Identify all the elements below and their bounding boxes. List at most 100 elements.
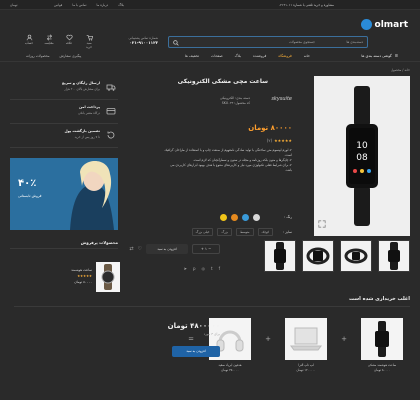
size-option[interactable]: خیلی بزرگ [191,228,214,236]
color-label: رنگ : [284,215,292,219]
heart-icon[interactable]: ♡ [138,246,142,252]
breadcrumb: خانه / محصول [390,68,410,72]
top-link[interactable]: درباره ما [97,3,109,7]
banner-subtitle: فروش تابستانی [18,194,42,198]
bundle-item-price: ۱۲۰۰۰۰۰ تومان [296,368,316,372]
divider [14,306,410,307]
size-option[interactable]: بزرگ [217,228,233,236]
size-option[interactable]: متوسط [236,228,254,236]
search-icon[interactable] [173,39,179,46]
cart-icon[interactable]: سبد خرید [84,34,94,49]
header: olmart دسته‌بندی ها جستجوی محصولات شماره… [0,12,420,49]
bundle-item[interactable]: ساعت هوشمند مشکی ۸۰۰۰۰ تومان [354,318,410,372]
top-link[interactable]: بلاگ [118,3,124,7]
rating-count: (۲) [266,138,273,143]
user-icon[interactable]: حساب [24,34,34,46]
search-bar[interactable]: دسته‌بندی ها جستجوی محصولات [168,36,368,48]
bundle-title: اغلب خریداری شده است [348,296,410,302]
search-category[interactable]: دسته‌بندی ها [347,40,363,44]
top-link[interactable]: قوانین [54,3,62,7]
quantity-stepper[interactable]: − ۱ + [192,244,220,254]
rating-stars: ★★★★★ [274,138,292,143]
thumbnail[interactable] [378,240,410,272]
promo-text: مشاوره و خرید تلفنی با شماره ۰۲۱۹۱۰۱۱ [278,3,334,7]
product-thumbnails [264,240,410,272]
bundle-total: ۴۸۰۰۰۰۰ تومان برای ۳ مورد افزودن به سبد [150,322,220,357]
feature-desc: تا ۷ روز پس از خرید [74,135,100,139]
product-price: ۸۰۰۰۰ تومان [74,280,92,284]
categories-label: گوشی دسته بندی ها [361,53,392,58]
logo[interactable]: olmart [360,19,408,33]
feature-desc: برای سفارش بالای ۲۰۰ هزار [64,87,100,91]
svg-text:08: 08 [356,153,368,163]
pinterest-icon[interactable]: p [193,266,196,271]
size-options: سایز : کوچک متوسط بزرگ خیلی بزرگ [191,228,292,236]
feature-item: پرداخت امن درگاه معتبر بانکی [10,100,118,124]
nav-item-home[interactable]: خانه [304,54,310,58]
color-swatch[interactable] [231,214,238,221]
twitter-icon[interactable]: t [211,266,213,271]
promo-banner[interactable]: ۴۰٪ فروش تابستانی [10,158,118,230]
bundle-item[interactable]: لپ تاپ الترا ۱۲۰۰۰۰۰ تومان [278,318,334,372]
nav-item-blog[interactable]: بلاگ [235,54,241,58]
plus-icon: + [265,335,271,343]
size-option[interactable]: کوچک [257,228,274,236]
add-to-cart-button[interactable]: افزودن به سبد [146,244,188,254]
product-rating[interactable]: ★★★★★ (۲) [267,138,292,143]
nav-item-pages[interactable]: صفحات [211,54,223,58]
instagram-icon[interactable]: ◎ [202,266,206,271]
bundle-item-price: ۴۵۰۰۰۰ تومان [221,368,239,372]
zoom-icon[interactable] [318,220,326,228]
thumbnail[interactable] [340,240,372,272]
nav-item-shop[interactable]: فروشگاه [278,54,291,58]
bundle-item-price: ۸۰۰۰۰ تومان [373,368,391,372]
compare-icon[interactable]: ⇄ [129,246,133,252]
top-bar: مشاوره و خرید تلفنی با شماره ۰۲۱۹۱۰۱۱ بل… [0,0,420,10]
bundle-item-name: لپ تاپ الترا [298,363,314,367]
share-links: f t ◎ p ➤ [184,266,220,271]
bundle-item-name: هدفون ایرپاد سفید [218,363,242,367]
add-bundle-to-cart-button[interactable]: افزودن به سبد [172,346,220,357]
track-order-link[interactable]: پیگیری سفارش [60,54,82,58]
product-main-image[interactable]: 10 08 [314,76,410,236]
brand-logo[interactable]: skysuite [271,96,292,102]
nav-item-deals[interactable]: تخفیف ها [185,54,199,58]
logo-text: olmart [374,20,408,30]
cart-label: سبد خرید [86,41,92,49]
nav-menu: خانه فروشگاه فروشنده بلاگ صفحات تخفیف ها [185,54,310,58]
currency-select[interactable]: تومان [10,3,18,7]
compare-icon[interactable]: مقایسه [44,34,54,46]
phone-number[interactable]: ۰۲۱-۹۱۰۰۱۱۲۳ [108,40,158,45]
thumbnail[interactable] [264,240,296,272]
smartwatch-image: 10 08 [346,86,378,226]
nav-item-vendor[interactable]: فروشنده [253,54,266,58]
menu-icon: ☰ [394,53,398,58]
bundle-total-price: ۴۸۰۰۰۰۰ تومان [167,322,220,330]
heart-icon[interactable]: علاقه [64,34,74,46]
bullet-item: ✔ لورم ایپسوم متن ساختگی با تولید سادگی … [164,148,292,157]
color-swatch[interactable] [253,214,260,221]
product-description: ✔ لورم ایپسوم متن ساختگی با تولید سادگی … [164,148,292,173]
product-thumbnail [96,262,120,292]
daily-products-link[interactable]: محصولات روزانه [26,54,50,58]
categories-button[interactable]: ☰ گوشی دسته بندی ها [361,54,398,58]
top-link[interactable]: تماس با ما [72,3,86,7]
facebook-icon[interactable]: f [219,266,220,271]
best-seller-item[interactable]: ساعت هوشمند ★★★★★ ۸۰۰۰۰ تومان [40,262,120,298]
color-swatch[interactable] [242,214,249,221]
top-links: بلاگ درباره ما تماس با ما قوانین [54,3,124,7]
bundle-item-image [361,318,403,360]
bundle-count: برای ۳ مورد [203,332,220,336]
feature-item: تضمین بازگشت پول تا ۷ روز پس از خرید [10,124,118,148]
feature-title: ارسال رایگان و سریع [61,81,100,85]
truck-icon [106,84,116,91]
thumbnail[interactable] [302,240,334,272]
divider [10,248,118,249]
product-title: ساعت مچی مشکی الکترونیکی [177,78,268,85]
support-phone: شماره تماس پشتیبانی ۰۲۱-۹۱۰۰۱۱۲۳ [108,36,158,45]
search-input[interactable]: جستجوی محصولات [289,40,315,44]
best-sellers-title: محصولات پرفروش [80,240,118,245]
telegram-icon[interactable]: ➤ [184,266,187,271]
color-swatch[interactable] [220,214,227,221]
user-label: حساب [24,41,34,45]
